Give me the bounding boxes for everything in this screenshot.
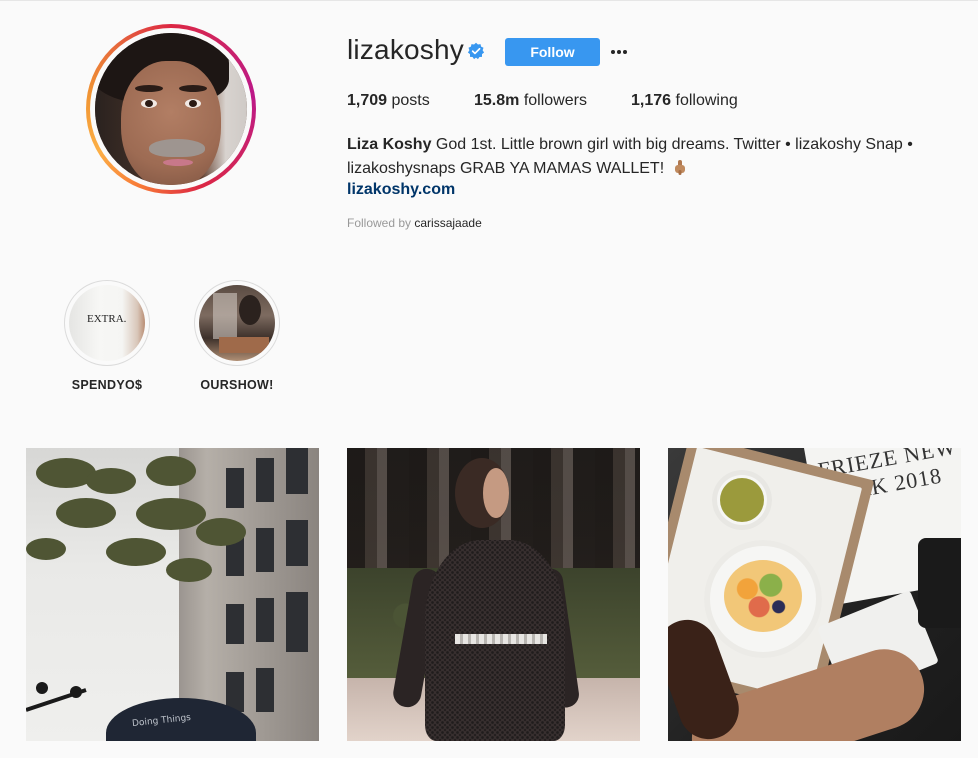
post-thumbnail[interactable]: Doing Things [26, 448, 319, 741]
profile-full-name: Liza Koshy [347, 136, 432, 153]
followed-by: Followed by carissajaade [347, 216, 482, 230]
followed-by-user[interactable]: carissajaade [414, 216, 481, 230]
highlight-item[interactable]: OURSHOW! [187, 280, 287, 392]
more-dots-icon[interactable] [610, 38, 628, 66]
highlight-label: SPENDYO$ [71, 378, 143, 392]
followers-count[interactable]: 15.8m followers [474, 92, 587, 110]
profile-bio: Liza Koshy God 1st. Little brown girl wi… [347, 133, 947, 181]
post-thumbnail[interactable] [347, 448, 640, 741]
follow-button[interactable]: Follow [505, 38, 600, 66]
highlight-cover [199, 285, 275, 361]
highlight-cover: EXTRA. [69, 285, 145, 361]
bio-text-line1: God 1st. Little brown girl with big drea… [435, 136, 913, 153]
avatar-photo [95, 33, 247, 185]
profile-username: lizakoshy [347, 34, 464, 65]
bio-text-line2: lizakoshysnaps GRAB YA MAMAS WALLET! [347, 160, 665, 177]
posts-count: 1,709 posts [347, 92, 430, 109]
top-divider [0, 0, 978, 1]
profile-avatar[interactable] [86, 24, 256, 194]
pointing-down-emoji-icon [674, 160, 685, 175]
bio-website-link[interactable]: lizakoshy.com [347, 181, 455, 199]
verified-badge-icon [467, 42, 485, 60]
highlight-label: OURSHOW! [200, 378, 274, 392]
following-count[interactable]: 1,176 following [631, 92, 738, 110]
highlight-item[interactable]: EXTRA. SPENDYO$ [57, 280, 157, 392]
post-thumbnail[interactable]: FRIEZE NEW YORK 2018 [668, 448, 961, 741]
